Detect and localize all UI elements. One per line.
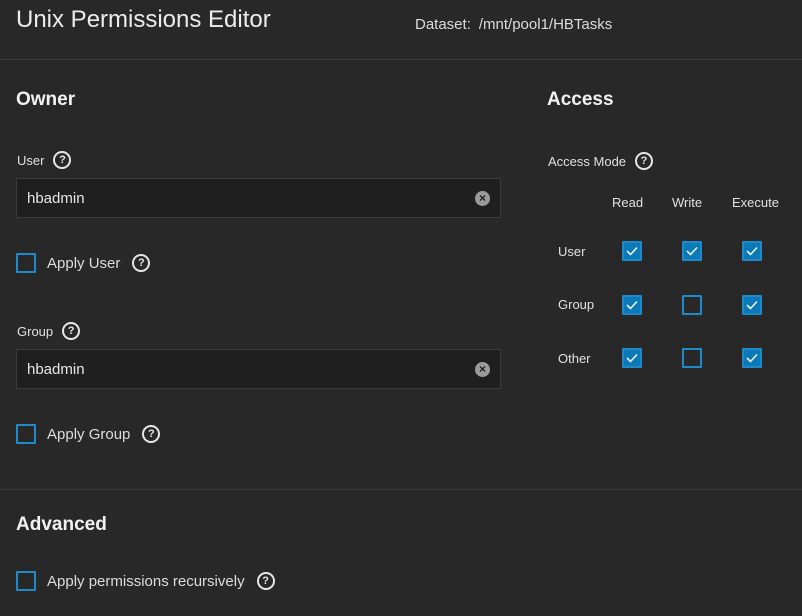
owner-section-title: Owner	[16, 89, 76, 110]
user-label-text: User	[17, 152, 45, 168]
apply-user-label[interactable]: Apply User	[47, 255, 120, 272]
column-header-read: Read	[612, 195, 644, 210]
apply-recursively-label[interactable]: Apply permissions recursively	[47, 573, 245, 590]
dataset-info: Dataset: /mnt/pool1/HBTasks	[415, 16, 612, 33]
dataset-path: /mnt/pool1/HBTasks	[478, 16, 613, 33]
perm-checkbox-group-execute[interactable]	[742, 295, 762, 315]
check-icon	[686, 246, 698, 256]
perm-checkbox-other-read[interactable]	[622, 348, 642, 368]
apply-group-label[interactable]: Apply Group	[47, 426, 130, 443]
check-icon	[626, 300, 638, 310]
check-icon	[746, 300, 758, 310]
advanced-divider	[0, 489, 802, 490]
row-header-other: Other	[558, 351, 591, 366]
apply-recursively-checkbox-row[interactable]: Apply permissions recursively ?	[16, 571, 275, 591]
column-header-execute: Execute	[732, 195, 779, 210]
row-header-user: User	[558, 244, 586, 259]
user-input[interactable]: hbadmin ×	[16, 178, 501, 218]
perm-checkbox-user-write[interactable]	[682, 241, 702, 261]
page-title: Unix Permissions Editor	[16, 6, 271, 33]
help-icon[interactable]: ?	[132, 254, 151, 272]
check-icon	[746, 353, 758, 363]
access-section-title: Access	[547, 89, 614, 110]
apply-group-checkbox-row[interactable]: Apply Group ?	[16, 424, 161, 444]
perm-checkbox-group-write[interactable]	[682, 295, 702, 315]
apply-user-checkbox-row[interactable]: Apply User ?	[16, 253, 151, 273]
check-icon	[626, 353, 638, 363]
perm-checkbox-other-execute[interactable]	[742, 348, 762, 368]
access-mode-label: Access Mode ?	[548, 152, 654, 170]
dataset-label: Dataset:	[415, 16, 471, 33]
apply-recursively-checkbox[interactable]	[16, 571, 36, 591]
access-mode-text: Access Mode	[548, 153, 627, 169]
group-field-label: Group ?	[17, 322, 81, 340]
apply-group-checkbox[interactable]	[16, 424, 36, 444]
user-field-label: User ?	[17, 151, 72, 169]
help-icon[interactable]: ?	[142, 425, 161, 443]
check-icon	[626, 246, 638, 256]
advanced-section-title: Advanced	[16, 514, 107, 535]
help-icon[interactable]: ?	[256, 572, 275, 590]
perm-checkbox-user-read[interactable]	[622, 241, 642, 261]
perm-checkbox-user-execute[interactable]	[742, 241, 762, 261]
check-icon	[746, 246, 758, 256]
perm-checkbox-other-write[interactable]	[682, 348, 702, 368]
group-input[interactable]: hbadmin ×	[16, 349, 501, 389]
apply-user-checkbox[interactable]	[16, 253, 36, 273]
clear-icon[interactable]: ×	[475, 361, 490, 377]
user-input-value[interactable]: hbadmin	[27, 190, 475, 207]
clear-icon[interactable]: ×	[475, 190, 490, 206]
group-label-text: Group	[17, 323, 54, 339]
help-icon[interactable]: ?	[53, 151, 72, 169]
help-icon[interactable]: ?	[62, 322, 81, 340]
perm-checkbox-group-read[interactable]	[622, 295, 642, 315]
header-divider	[0, 59, 802, 60]
group-input-value[interactable]: hbadmin	[27, 361, 475, 378]
column-header-write: Write	[672, 195, 703, 210]
row-header-group: Group	[558, 297, 595, 312]
help-icon[interactable]: ?	[635, 152, 654, 170]
